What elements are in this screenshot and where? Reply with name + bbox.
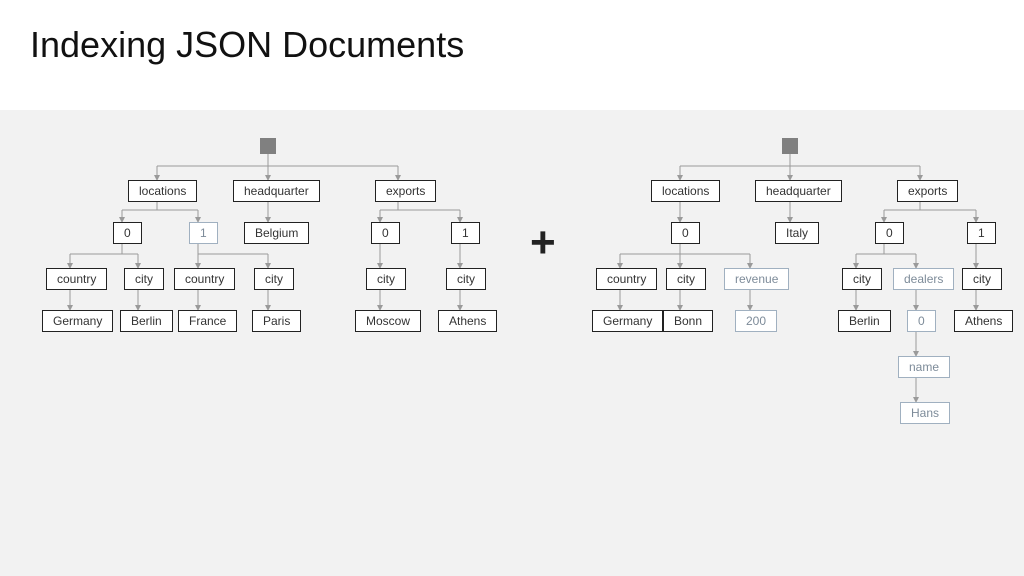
node-locations-r: locations xyxy=(651,180,720,202)
node-exports-r: exports xyxy=(897,180,958,202)
leaf-paris: Paris xyxy=(252,310,301,332)
slide-title: Indexing JSON Documents xyxy=(30,24,464,66)
node-city-b: city xyxy=(254,268,294,290)
node-exp-1-r: 1 xyxy=(967,222,996,244)
node-locations: locations xyxy=(128,180,197,202)
root-square-left xyxy=(260,138,276,154)
node-city-c-r: city xyxy=(962,268,1002,290)
node-country-a: country xyxy=(46,268,107,290)
leaf-bonn: Bonn xyxy=(663,310,713,332)
leaf-hans: Hans xyxy=(900,402,950,424)
leaf-germany-r: Germany xyxy=(592,310,663,332)
leaf-200: 200 xyxy=(735,310,777,332)
node-exp-0: 0 xyxy=(371,222,400,244)
node-name: name xyxy=(898,356,950,378)
leaf-berlin: Berlin xyxy=(120,310,173,332)
node-hq-belgium: Belgium xyxy=(244,222,309,244)
leaf-berlin-r: Berlin xyxy=(838,310,891,332)
node-dealers: dealers xyxy=(893,268,954,290)
node-headquarter: headquarter xyxy=(233,180,320,202)
node-loc-0: 0 xyxy=(113,222,142,244)
leaf-france: France xyxy=(178,310,237,332)
node-country-b: country xyxy=(174,268,235,290)
node-loc-1: 1 xyxy=(189,222,218,244)
node-hq-italy: Italy xyxy=(775,222,819,244)
node-loc-0-r: 0 xyxy=(671,222,700,244)
node-headquarter-r: headquarter xyxy=(755,180,842,202)
node-exp-1: 1 xyxy=(451,222,480,244)
node-city-b-r: city xyxy=(842,268,882,290)
node-city-c: city xyxy=(366,268,406,290)
node-country-r: country xyxy=(596,268,657,290)
node-revenue: revenue xyxy=(724,268,789,290)
node-city-d: city xyxy=(446,268,486,290)
node-city-a: city xyxy=(124,268,164,290)
plus-icon: + xyxy=(530,218,556,268)
leaf-dealer-0: 0 xyxy=(907,310,936,332)
node-exp-0-r: 0 xyxy=(875,222,904,244)
node-exports: exports xyxy=(375,180,436,202)
root-square-right xyxy=(782,138,798,154)
node-city-a-r: city xyxy=(666,268,706,290)
leaf-moscow: Moscow xyxy=(355,310,421,332)
leaf-athens: Athens xyxy=(438,310,497,332)
leaf-germany: Germany xyxy=(42,310,113,332)
diagram-canvas: locations headquarter exports 0 1 Belgiu… xyxy=(0,110,1024,576)
leaf-athens-r: Athens xyxy=(954,310,1013,332)
